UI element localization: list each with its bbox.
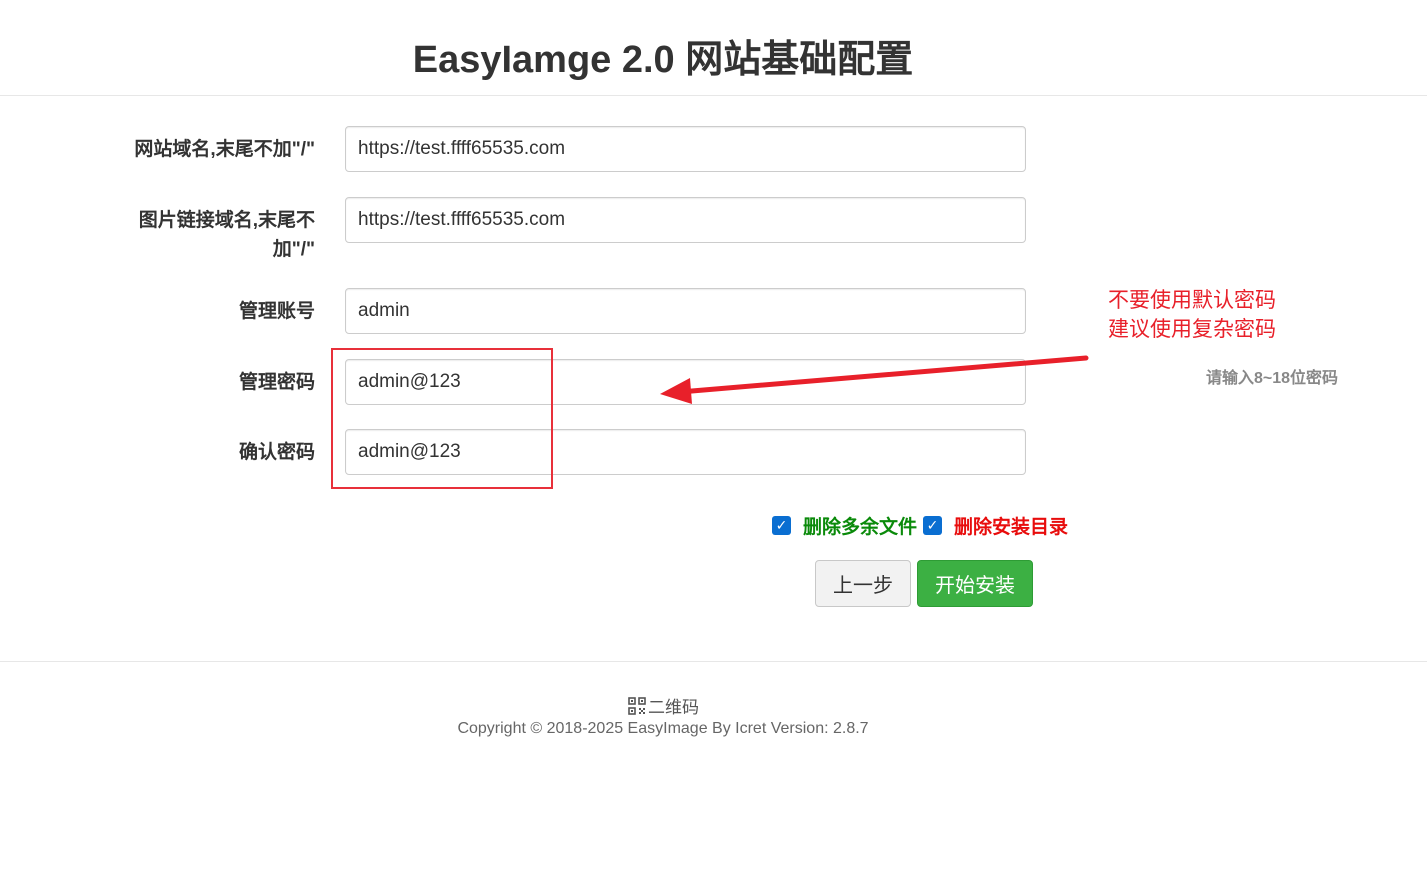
delete-install-dir-label[interactable]: 删除安装目录 <box>954 512 1068 539</box>
install-page: EasyIamge 2.0 网站基础配置 网站域名,末尾不加"/" 图片链接域名… <box>0 0 1427 884</box>
image-domain-label-line1: 图片链接域名,末尾不 <box>138 210 315 231</box>
admin-user-input[interactable] <box>345 288 1026 334</box>
site-domain-input[interactable] <box>345 126 1026 172</box>
admin-password-input[interactable] <box>345 359 1026 405</box>
page-title: EasyIamge 2.0 网站基础配置 <box>412 39 914 81</box>
admin-password-label: 管理密码 <box>238 372 315 393</box>
annotation-line-1: 不要使用默认密码 <box>1108 289 1276 312</box>
footer: 二维码 Copyright © 2018-2025 EasyImage By I… <box>0 661 1427 884</box>
copyright-text: Copyright © 2018-2025 EasyImage By Icret… <box>457 720 869 737</box>
qr-code-icon <box>628 696 646 715</box>
header: EasyIamge 2.0 网站基础配置 <box>0 0 1427 96</box>
annotation-line-2: 建议使用复杂密码 <box>1108 318 1276 341</box>
image-domain-input[interactable] <box>345 197 1026 243</box>
site-domain-label: 网站域名,末尾不加"/" <box>134 139 315 160</box>
delete-install-dir-checkbox[interactable]: ✓ <box>923 515 943 535</box>
delete-extra-files-checkbox[interactable]: ✓ <box>772 515 791 535</box>
start-install-button[interactable]: 开始安装 <box>917 560 1033 607</box>
annotation-note: 不要使用默认密码 建议使用复杂密码 <box>1108 286 1276 344</box>
image-domain-label: 图片链接域名,末尾不 加"/" <box>115 206 315 264</box>
install-options: ✓ 删除多余文件 ✓ 删除安装目录 <box>772 511 1074 539</box>
prev-step-button[interactable]: 上一步 <box>815 560 911 607</box>
delete-extra-files-label[interactable]: 删除多余文件 <box>803 512 917 539</box>
qr-code-link[interactable]: 二维码 <box>628 693 699 718</box>
password-hint: 请输入8~18位密码 <box>1206 370 1339 387</box>
admin-user-label: 管理账号 <box>238 301 315 322</box>
confirm-password-label: 确认密码 <box>238 442 315 463</box>
confirm-password-input[interactable] <box>345 429 1026 475</box>
image-domain-label-line2: 加"/" <box>272 239 315 260</box>
qr-code-label: 二维码 <box>648 698 699 717</box>
